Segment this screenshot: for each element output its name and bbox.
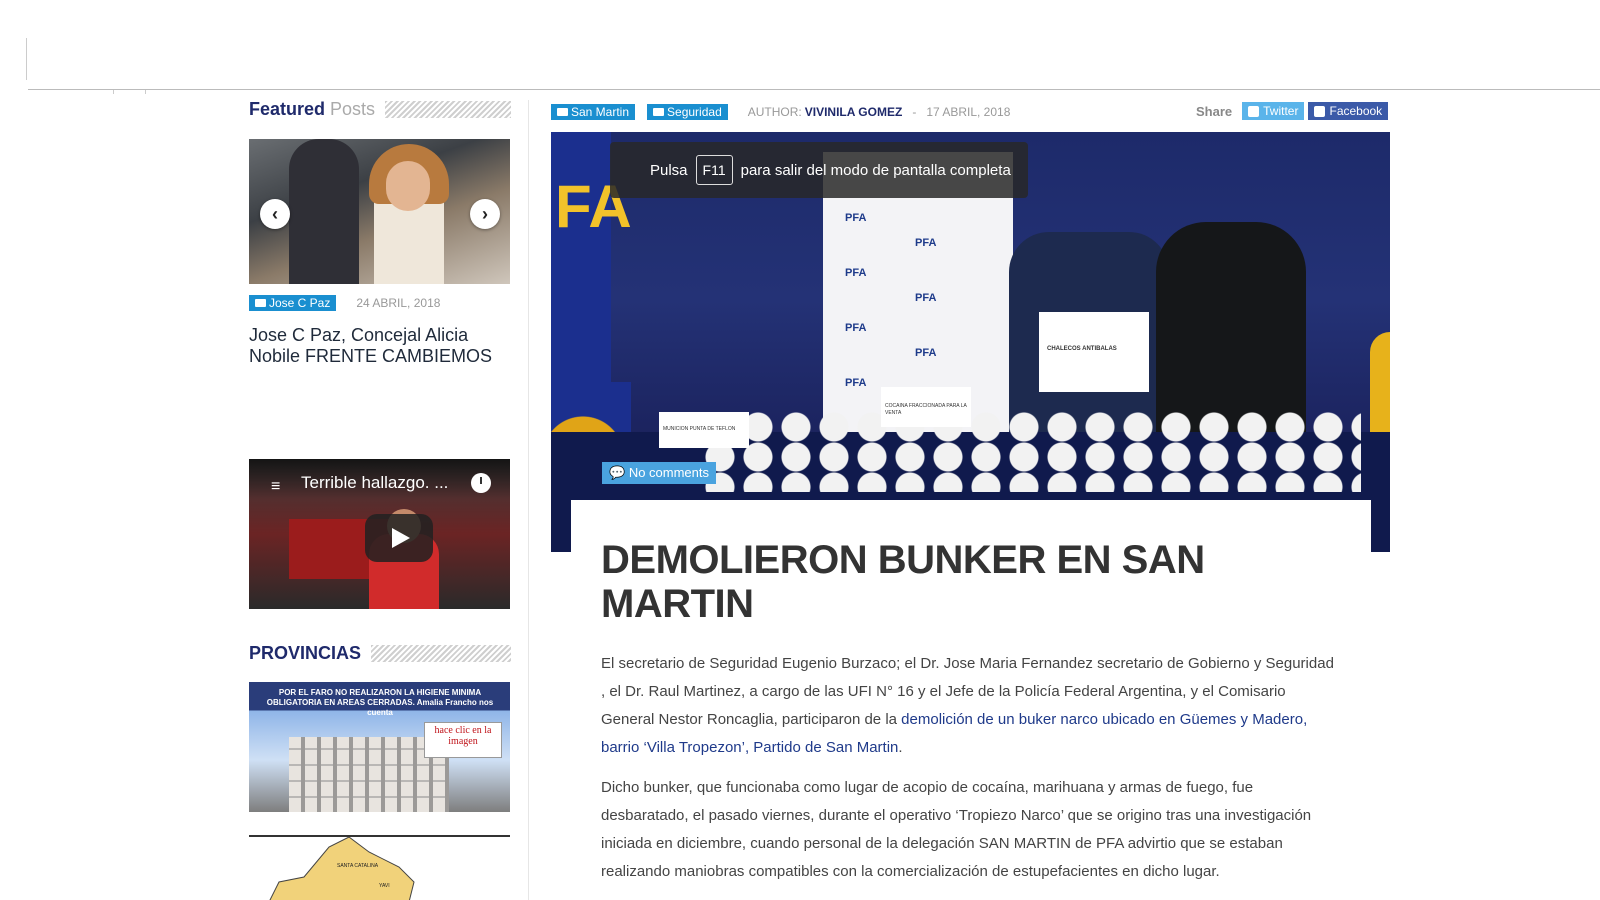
provincias-banner: POR EL FARO NO REALIZARON LA HIGIENE MIN… — [266, 688, 494, 717]
map-shape: SANTA CATALINA YAVI — [269, 837, 415, 900]
article-title: DEMOLIERON BUNKER EN SAN MARTIN — [601, 538, 1205, 626]
article-paragraph-1: El secretario de Seguridad Eugenio Burza… — [601, 650, 1341, 762]
featured-title-bold: Featured — [249, 98, 326, 119]
section-hatch — [385, 100, 511, 118]
author-label: AUTHOR: — [747, 105, 802, 119]
chevron-left-icon: ‹ — [272, 203, 278, 224]
evidence-label-text: MUNICION PUNTA DE TEFLON — [663, 426, 736, 432]
photo-face — [386, 161, 430, 211]
evidence-bags — [701, 412, 1361, 492]
comments-badge[interactable]: 💬 No comments — [602, 462, 717, 484]
pfa-logo-text: PFA — [845, 267, 867, 279]
category-label: Seguridad — [667, 105, 722, 119]
folder-icon — [255, 299, 266, 307]
pfa-logo-text: PFA — [845, 322, 867, 334]
pfa-logo-text: PFA — [915, 292, 937, 304]
f11-key: F11 — [695, 155, 733, 185]
comments-label: No comments — [628, 465, 710, 480]
twitter-label: Twitter — [1263, 104, 1299, 118]
folder-icon — [557, 108, 568, 116]
playlist-icon[interactable]: ≡ — [271, 478, 280, 496]
evidence-label-text: COCAINA FRACCIONADA PARA LA VENTA — [885, 403, 967, 416]
pfa-logo-text: PFA — [915, 237, 937, 249]
fullscreen-post: para salir del modo de pantalla completa — [740, 161, 1011, 179]
featured-post-meta: Jose C Paz 24 ABRIL, 2018 — [249, 295, 440, 311]
vest-sign-text: CHALECOS ANTIBALAS — [1047, 346, 1117, 352]
map-label-yavi: YAVI — [379, 883, 390, 889]
pfa-logo-text: PFA — [845, 212, 867, 224]
comment-icon: 💬 — [609, 465, 626, 480]
twitter-icon — [1248, 105, 1260, 117]
play-button[interactable] — [365, 514, 433, 562]
text-cursor-mark — [26, 38, 27, 80]
divider-tick — [113, 90, 114, 94]
category-label: Jose C Paz — [269, 296, 331, 310]
facebook-share-button[interactable]: Facebook — [1308, 102, 1389, 120]
category-tag-seguridad[interactable]: Seguridad — [647, 104, 728, 120]
twitter-share-button[interactable]: Twitter — [1242, 102, 1305, 120]
post-date: 24 ABRIL, 2018 — [356, 296, 441, 310]
column-divider — [528, 100, 529, 900]
carousel-prev-button[interactable]: ‹ — [260, 199, 290, 229]
browser-top-area — [0, 0, 1600, 90]
facebook-label: Facebook — [1329, 104, 1383, 118]
video-title[interactable]: Terrible hallazgo. ... — [301, 473, 448, 493]
provincias-image[interactable]: POR EL FARO NO REALIZARON LA HIGIENE MIN… — [249, 682, 510, 812]
provincias-title: PROVINCIAS — [249, 642, 362, 663]
photo-person — [289, 139, 359, 284]
share-bar: Share Twitter Facebook — [1196, 102, 1389, 120]
category-tag[interactable]: Jose C Paz — [249, 295, 337, 311]
fullscreen-pre: Pulsa — [650, 161, 688, 179]
chevron-right-icon: › — [482, 203, 488, 224]
pfa-logo-text: PFA — [845, 377, 867, 389]
folder-icon — [653, 108, 665, 116]
header-divider — [28, 89, 1600, 90]
share-label: Share — [1196, 103, 1233, 119]
map-label-santa-catalina: SANTA CATALINA — [337, 863, 379, 869]
author-name[interactable]: VIVINILA GOMEZ — [805, 105, 903, 119]
provincias-header: PROVINCIAS — [249, 640, 511, 666]
paragraph-end: . — [898, 739, 903, 756]
divider-tick — [145, 90, 146, 94]
watch-later-icon[interactable] — [471, 473, 491, 493]
article-paragraph-2: Dicho bunker, que funcionaba como lugar … — [601, 779, 1312, 880]
featured-posts-header: Featured Posts — [249, 96, 511, 122]
vest-paper: CHALECOS ANTIBALAS — [1039, 312, 1149, 392]
fullscreen-notice: Pulsa F11 para salir del modo de pantall… — [610, 142, 1028, 198]
evidence-label: COCAINA FRACCIONADA PARA LA VENTA — [881, 387, 971, 427]
carousel-next-button[interactable]: › — [470, 199, 500, 229]
featured-post-title[interactable]: Jose C Paz, Concejal Alicia Nobile FRENT… — [249, 325, 511, 367]
facebook-icon — [1314, 105, 1326, 117]
province-map[interactable]: SANTA CATALINA YAVI — [249, 835, 510, 900]
category-tag-san-martin[interactable]: San Martin — [551, 104, 636, 120]
category-label: San Martin — [571, 105, 630, 119]
section-hatch — [371, 644, 511, 662]
video-embed[interactable]: ≡ Terrible hallazgo. ... — [249, 459, 510, 609]
evidence-label: MUNICION PUNTA DE TEFLON — [659, 412, 749, 448]
meta-separator: - — [912, 105, 917, 119]
featured-title-light: Posts — [330, 98, 376, 119]
pfa-logo-text: PFA — [915, 347, 937, 359]
click-hint: hace clic en la imagen — [424, 722, 502, 758]
article-date: 17 ABRIL, 2018 — [926, 105, 1011, 119]
